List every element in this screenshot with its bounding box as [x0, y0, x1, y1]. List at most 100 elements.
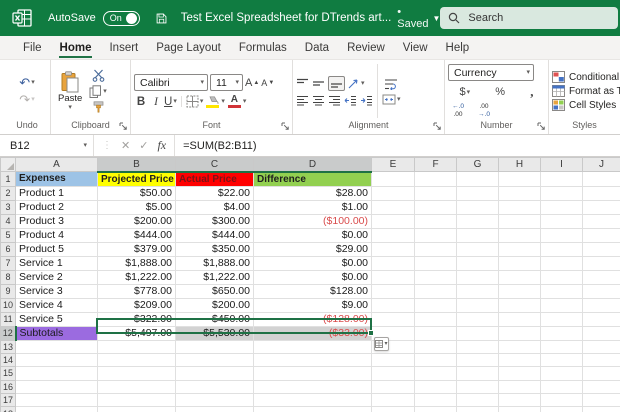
cell-C5[interactable]: $444.00 [176, 228, 254, 242]
cell-G4[interactable] [457, 214, 499, 228]
cell-B10[interactable]: $209.00 [98, 298, 176, 312]
cell-I11[interactable] [541, 312, 583, 326]
cell-B18[interactable] [98, 407, 176, 412]
cell-D10[interactable]: $9.00 [254, 298, 372, 312]
cell-F12[interactable] [415, 326, 457, 340]
cell-E11[interactable] [372, 312, 415, 326]
cell-H17[interactable] [499, 394, 541, 407]
cell-G16[interactable] [457, 380, 499, 393]
cell-C3[interactable]: $4.00 [176, 200, 254, 214]
redo-button[interactable]: ↷▾ [19, 93, 34, 106]
increase-font-size-button[interactable]: A▲ [245, 77, 259, 89]
cell-A12[interactable]: Subtotals [16, 326, 98, 340]
cell-I12[interactable] [541, 326, 583, 340]
cell-A3[interactable]: Product 2 [16, 200, 98, 214]
cell-I7[interactable] [541, 256, 583, 270]
column-header-J[interactable]: J [583, 158, 620, 172]
column-header-I[interactable]: I [541, 158, 583, 172]
font-size-select[interactable]: 11▾ [210, 74, 243, 91]
cell-J2[interactable] [583, 186, 620, 200]
cell-E2[interactable] [372, 186, 415, 200]
decrease-font-size-button[interactable]: A▼ [261, 78, 274, 88]
cell-J15[interactable] [583, 367, 620, 380]
cell-styles-button[interactable]: Cell Styles▾ [552, 99, 620, 111]
column-header-F[interactable]: F [415, 158, 457, 172]
cut-button[interactable] [89, 69, 107, 82]
cell-J3[interactable] [583, 200, 620, 214]
cell-H7[interactable] [499, 256, 541, 270]
tab-home[interactable]: Home [51, 38, 101, 57]
number-format-select[interactable]: Currency▾ [448, 64, 534, 81]
cell-G13[interactable] [457, 340, 499, 353]
cell-E14[interactable] [372, 353, 415, 366]
cell-E17[interactable] [372, 394, 415, 407]
cell-B7[interactable]: $1,888.00 [98, 256, 176, 270]
cell-I10[interactable] [541, 298, 583, 312]
cell-B5[interactable]: $444.00 [98, 228, 176, 242]
increase-indent-button[interactable] [360, 95, 373, 106]
cell-C2[interactable]: $22.00 [176, 186, 254, 200]
cell-G15[interactable] [457, 367, 499, 380]
column-header-A[interactable]: A [16, 158, 98, 172]
bottom-align-button[interactable] [328, 76, 345, 91]
cell-B14[interactable] [98, 353, 176, 366]
cell-E3[interactable] [372, 200, 415, 214]
cell-I16[interactable] [541, 380, 583, 393]
cell-F3[interactable] [415, 200, 457, 214]
cell-I5[interactable] [541, 228, 583, 242]
paste-button[interactable]: Paste ▾ [54, 71, 86, 111]
cell-H12[interactable] [499, 326, 541, 340]
cell-D14[interactable] [254, 353, 372, 366]
row-header-13[interactable]: 13 [1, 340, 16, 353]
cell-E5[interactable] [372, 228, 415, 242]
cell-J4[interactable] [583, 214, 620, 228]
cell-C9[interactable]: $650.00 [176, 284, 254, 298]
cell-G6[interactable] [457, 242, 499, 256]
cell-H4[interactable] [499, 214, 541, 228]
cell-H2[interactable] [499, 186, 541, 200]
cell-A10[interactable]: Service 4 [16, 298, 98, 312]
excel-app-icon[interactable] [12, 8, 32, 28]
conditional-formatting-button[interactable]: Conditional Formatting▾ [552, 71, 620, 83]
cell-H6[interactable] [499, 242, 541, 256]
cell-F11[interactable] [415, 312, 457, 326]
cell-E15[interactable] [372, 367, 415, 380]
name-box[interactable]: B12▾ [0, 135, 94, 156]
cell-F15[interactable] [415, 367, 457, 380]
cell-J14[interactable] [583, 353, 620, 366]
cell-F1[interactable] [415, 172, 457, 187]
cell-B3[interactable]: $5.00 [98, 200, 176, 214]
cell-A16[interactable] [16, 380, 98, 393]
font-dialog-launcher-icon[interactable] [281, 122, 290, 131]
title-chevron-down-icon[interactable]: ▼ [432, 14, 440, 23]
cell-I2[interactable] [541, 186, 583, 200]
cell-H8[interactable] [499, 270, 541, 284]
cell-G9[interactable] [457, 284, 499, 298]
cell-I15[interactable] [541, 367, 583, 380]
tab-insert[interactable]: Insert [100, 38, 147, 57]
cell-I6[interactable] [541, 242, 583, 256]
cell-B8[interactable]: $1,222.00 [98, 270, 176, 284]
cell-B9[interactable]: $778.00 [98, 284, 176, 298]
row-header-14[interactable]: 14 [1, 353, 16, 366]
cell-E18[interactable] [372, 407, 415, 412]
cell-J6[interactable] [583, 242, 620, 256]
cell-D16[interactable] [254, 380, 372, 393]
cell-J8[interactable] [583, 270, 620, 284]
row-header-5[interactable]: 5 [1, 228, 16, 242]
cell-C6[interactable]: $350.00 [176, 242, 254, 256]
cell-B15[interactable] [98, 367, 176, 380]
cell-D17[interactable] [254, 394, 372, 407]
cell-G2[interactable] [457, 186, 499, 200]
cell-C8[interactable]: $1,222.00 [176, 270, 254, 284]
merge-center-button[interactable]: ▾ [382, 94, 401, 105]
row-header-15[interactable]: 15 [1, 367, 16, 380]
cell-C4[interactable]: $300.00 [176, 214, 254, 228]
column-header-B[interactable]: B [98, 158, 176, 172]
cell-A7[interactable]: Service 1 [16, 256, 98, 270]
cell-J11[interactable] [583, 312, 620, 326]
cell-E7[interactable] [372, 256, 415, 270]
cell-D11[interactable]: ($128.00) [254, 312, 372, 326]
cell-B1[interactable]: Projected Price [98, 172, 176, 187]
cell-H5[interactable] [499, 228, 541, 242]
